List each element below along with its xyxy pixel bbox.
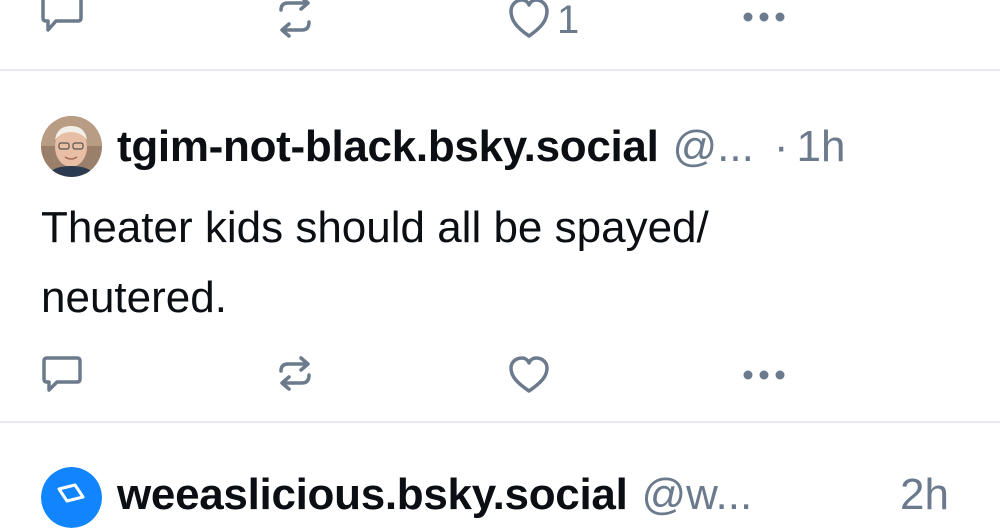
time-separator: · [773,122,789,171]
post-divider [0,421,1000,423]
author-handle[interactable]: tgim-not-black.bsky.social [117,122,659,172]
reply-icon[interactable] [40,355,84,395]
post-header: weeaslicious.bsky.social @w... [117,470,752,520]
avatar[interactable] [41,116,102,177]
reply-icon[interactable] [40,0,84,40]
post-header: tgim-not-black.bsky.social @... · 1h [117,122,845,172]
like-icon[interactable] [508,355,550,395]
post-text-line1: Theater kids should all be spayed/ [41,203,709,252]
repost-icon[interactable] [275,355,315,395]
more-icon[interactable] [741,368,787,382]
author-handle[interactable]: weeaslicious.bsky.social [117,470,628,520]
repost-icon[interactable] [275,0,315,40]
author-at-handle[interactable]: @... [673,122,754,172]
like-count: 1 [557,0,580,42]
more-icon[interactable] [741,10,787,24]
post-time[interactable]: 1h [797,122,846,172]
post-divider [0,69,1000,71]
post-time[interactable]: 2h [900,470,949,520]
author-at-handle[interactable]: @w... [642,470,753,520]
like-icon[interactable] [508,0,550,40]
avatar[interactable] [41,467,102,528]
post-text-line2: neutered. [41,273,227,322]
